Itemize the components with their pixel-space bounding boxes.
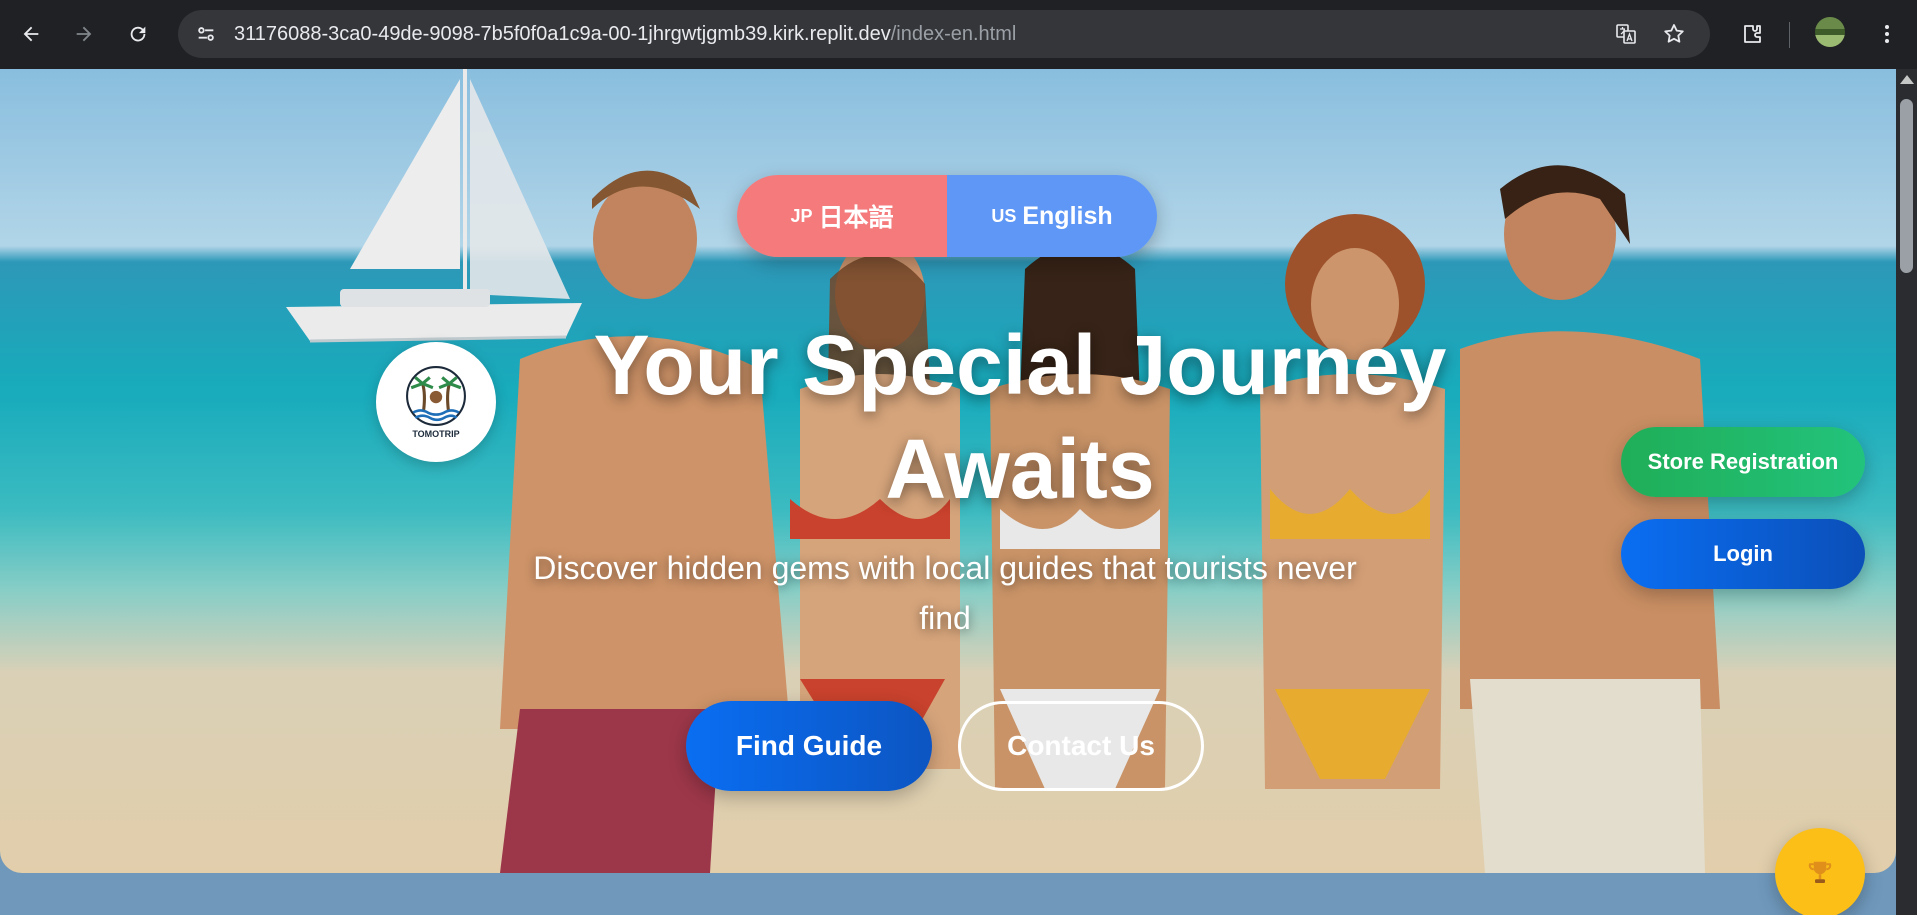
en-label: English: [1022, 201, 1113, 230]
palm-tree-logo-icon: [406, 366, 466, 426]
page-scrollbar[interactable]: [1896, 69, 1917, 915]
login-button[interactable]: Login: [1621, 519, 1865, 589]
url-path: /index-en.html: [890, 23, 1017, 45]
menu-kebab-icon[interactable]: [1872, 14, 1902, 54]
hero-section: JP 日本語 US English TOMOTRIP Your Special …: [0, 69, 1896, 873]
tomotrip-logo[interactable]: TOMOTRIP: [376, 342, 496, 462]
lang-english-button[interactable]: US English: [947, 175, 1157, 257]
hero-title: Your Special Journey Awaits: [593, 318, 1447, 516]
jp-label: 日本語: [818, 204, 894, 232]
lang-japanese-button[interactable]: JP 日本語: [737, 175, 947, 257]
logo-text: TOMOTRIP: [412, 429, 460, 439]
forward-icon[interactable]: [64, 14, 104, 54]
toolbar-divider: [1789, 22, 1790, 48]
translate-icon[interactable]: [1610, 18, 1642, 50]
contact-us-button[interactable]: Contact Us: [958, 701, 1204, 791]
page-viewport: JP 日本語 US English TOMOTRIP Your Special …: [0, 69, 1896, 915]
url-text[interactable]: 31176088-3ca0-49de-9098-7b5f0f0a1c9a-00-…: [234, 10, 1016, 58]
us-country-code: US: [991, 205, 1017, 226]
extensions-icon[interactable]: [1732, 14, 1772, 54]
jp-country-code: JP: [790, 205, 813, 226]
trophy-icon: [1808, 861, 1832, 883]
hero-subtitle: Discover hidden gems with local guides t…: [533, 550, 1357, 636]
address-bar[interactable]: 31176088-3ca0-49de-9098-7b5f0f0a1c9a-00-…: [178, 10, 1710, 58]
bookmark-star-icon[interactable]: [1658, 18, 1690, 50]
back-icon[interactable]: [11, 14, 51, 54]
url-host: 31176088-3ca0-49de-9098-7b5f0f0a1c9a-00-…: [234, 23, 891, 45]
reload-icon[interactable]: [118, 14, 158, 54]
scroll-thumb[interactable]: [1900, 99, 1913, 273]
trophy-button[interactable]: [1775, 828, 1865, 915]
find-guide-button[interactable]: Find Guide: [686, 701, 932, 791]
browser-toolbar: 31176088-3ca0-49de-9098-7b5f0f0a1c9a-00-…: [0, 0, 1917, 69]
language-switch: JP 日本語 US English: [737, 175, 1157, 257]
profile-avatar[interactable]: [1815, 17, 1845, 47]
store-registration-button[interactable]: Store Registration: [1621, 427, 1865, 497]
site-info-icon[interactable]: [190, 18, 222, 50]
scroll-up-arrow-icon[interactable]: [1900, 75, 1914, 84]
